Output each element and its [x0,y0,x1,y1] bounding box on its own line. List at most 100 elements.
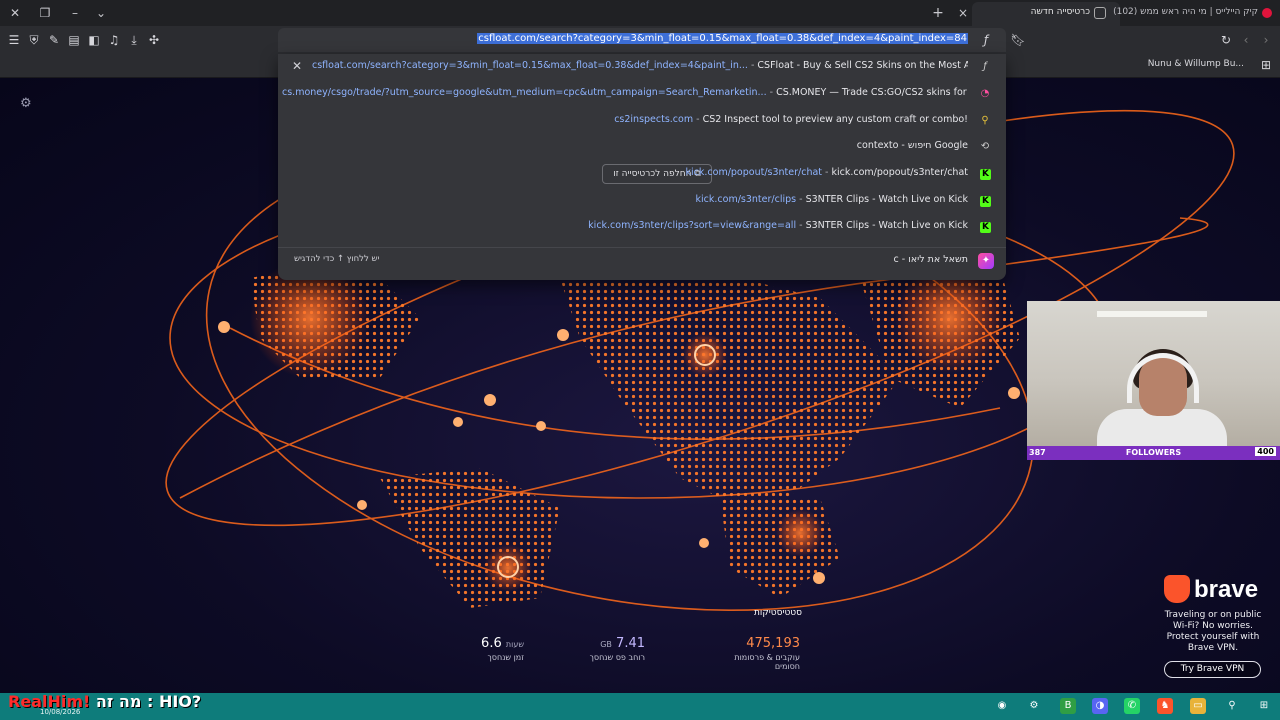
suggestion-separator: - [747,60,758,71]
forward-icon[interactable]: › [1258,32,1274,48]
address-value: csfloat.com/search?category=3&min_float=… [477,33,968,44]
wallet-icon[interactable]: ▤ [66,32,82,48]
cs2inspects-favicon-icon: ⚲ [981,115,989,126]
brave-wordmark: brave [1194,576,1259,603]
puzzle-icon[interactable]: ✣ [146,32,162,48]
history-clock-icon: ⟲ [980,141,990,152]
remove-suggestion-icon[interactable]: ✕ [292,59,302,73]
suggestion-item[interactable]: cs2inspects.com - CS2 Inspect tool to pr… [278,108,1006,134]
stat-label: זמן שנחסך [487,653,524,662]
restore-window-icon[interactable]: ❐ [36,4,54,22]
suggestion-item[interactable]: ✕ csfloat.com/search?category=3&min_floa… [278,54,1006,80]
stat-label: רוחב פס שנחסך [589,653,645,662]
tray-date: 10/08/2026 [40,708,81,716]
menu-icon[interactable]: ☰ [6,32,22,48]
browser-toolbar: ☰ ⛨ ✎ ▤ ◧ ♫ ⤓ ✣ csfloat.com/search?categ… [0,26,1280,54]
suggestion-title: kick.com/popout/s3nter/chat [831,167,969,178]
suggestion-title: CS2 Inspect tool to preview any custom c… [702,114,968,125]
bookmark-icon[interactable]: 🔖︎ [1010,32,1026,48]
start-menu-icon[interactable]: ⊞ [1256,698,1272,714]
suggestion-separator: - [822,167,832,178]
csfloat-favicon-icon: ƒ [983,33,989,47]
leo-ai-icon: ✦ [978,253,994,269]
suggestion-separator: - [796,194,806,205]
bookmark-nunu[interactable]: Nunu & Willump Bu... [1148,59,1244,69]
sidebar-icon[interactable]: ◧ [86,32,102,48]
tab-title: (102) קיק היילייס | מי היה ראש ממש [1113,7,1258,17]
stat-unit: שעות [505,640,524,649]
suggestion-title: contexto - חיפוש Google [856,140,968,151]
suggestion-item[interactable]: cs.money/csgo/trade/?utm_source=google&u… [278,81,1006,107]
switch-tab-label: החלפה לכרטיסייה זו [613,169,692,179]
brave-vpn-copy: Traveling or on public Wi-Fi? No worries… [1164,610,1262,653]
brave-taskbar-icon[interactable]: ♞ [1157,698,1173,714]
apps-grid-icon[interactable]: ⊞ [1258,57,1274,73]
suggestion-item[interactable]: kick.com/s3nter/clips?sort=view&range=al… [278,214,1006,240]
stat-bandwidth-saved: GB 7.41 רוחב פס שנחסך [560,636,645,662]
ticker-message: מה זה : HIO? [90,692,202,711]
followers-goal-bar: FOLLOWERS 387 400 [1027,446,1280,460]
minimize-window-icon[interactable]: – [66,4,84,22]
file-explorer-icon[interactable]: ▭ [1190,698,1206,714]
address-input[interactable]: csfloat.com/search?category=3&min_float=… [477,33,968,44]
extensions-icon[interactable]: ✎ [46,32,62,48]
download-icon[interactable]: ⤓ [126,32,142,48]
media-icon[interactable]: ♫ [106,32,122,48]
stats-title: סטטיסטיקות [754,608,802,618]
close-tab-button[interactable]: × [954,4,972,22]
stat-unit: GB [600,640,612,649]
tab-search-chevron-icon[interactable]: ⌄ [92,4,110,22]
suggestion-title: S3NTER Clips - Watch Live on Kick [805,220,968,231]
suggestion-url: kick.com/s3nter/clips [695,194,797,205]
obs-icon[interactable]: ◉ [994,698,1010,714]
window-titlebar: ✕ ❐ – ⌄ + × כרטיסייה חדשה (102) קיק הייל… [0,0,1280,26]
suggestion-url: cs2inspects.com [614,114,694,125]
suggestion-title: S3NTER Clips - Watch Live on Kick [805,194,968,205]
app-b-icon[interactable]: B [1060,698,1076,714]
webcam-overlay [1027,301,1280,446]
reload-icon[interactable]: ↻ [1218,32,1234,48]
suggestion-title: CSFloat - Buy & Sell CS2 Skins on the Mo… [757,60,968,71]
close-window-icon[interactable]: ✕ [6,4,24,22]
tab-new-tab[interactable]: כרטיסייה חדשה [972,2,1120,26]
discord-icon[interactable]: ◑ [1092,698,1108,714]
vpn-shield-icon[interactable]: ⛨ [26,32,42,48]
suggestion-item[interactable]: החלפה לכרטיסייה זו ⧉ kick.com/popout/s3n… [278,161,1006,187]
steam-icon[interactable]: ⚙ [1026,698,1042,714]
youtube-icon [1262,8,1272,18]
suggestion-url: csfloat.com/search?category=3&min_float=… [312,60,748,71]
suggestion-title: c - תשאל את ליאו [893,254,968,265]
stat-value: 7.41 [616,636,645,651]
followers-target: 400 [1255,447,1276,456]
stat-time-saved: שעות 6.6 זמן שנחסך [460,636,524,662]
brave-lion-icon [1164,575,1190,603]
new-tab-button[interactable]: + [929,4,947,22]
tab-title: כרטיסייה חדשה [1030,7,1090,17]
suggestion-separator: - [693,114,703,125]
suggestion-separator: - [796,220,806,231]
stream-ticker: RealHim! מה זה : HIO? [8,692,201,711]
search-icon[interactable]: ⚲ [1224,698,1240,714]
kick-favicon-icon: K [980,169,991,180]
suggestion-url: cs.money/csgo/trade/?utm_source=google&u… [282,87,767,98]
suggestion-url: kick.com/s3nter/clips?sort=view&range=al… [588,220,797,231]
stat-label: עוקבים & פרסומות חסומים [734,653,800,671]
whatsapp-icon[interactable]: ✆ [1124,698,1140,714]
csfloat-favicon-icon: ƒ [983,61,987,72]
try-brave-vpn-button[interactable]: Try Brave VPN [1164,661,1261,678]
address-bar[interactable]: csfloat.com/search?category=3&min_float=… [278,28,1006,52]
settings-gear-icon[interactable]: ⚙ [20,96,32,111]
suggestion-separator: - [766,87,777,98]
kick-favicon-icon: K [980,222,991,233]
keyboard-hint: יש ללחוץ ↑ כדי להדגיש [294,254,380,264]
tab-kick[interactable]: (102) קיק היילייס | מי היה ראש ממש [1113,2,1280,26]
back-icon[interactable]: ‹ [1238,32,1254,48]
suggestion-item[interactable]: יש ללחוץ ↑ כדי להדגיש c - תשאל את ליאו ✦ [278,247,1006,273]
stat-trackers-blocked: 475,193 עוקבים & פרסומות חסומים [712,636,800,671]
omnibox-suggestions: ✕ csfloat.com/search?category=3&min_floa… [278,54,1006,280]
csmoney-favicon-icon: ◔ [980,88,990,99]
suggestion-item[interactable]: contexto - חיפוש Google ⟲ [278,134,1006,160]
suggestion-item[interactable]: kick.com/s3nter/clips - S3NTER Clips - W… [278,188,1006,214]
brave-shield-icon [1094,7,1106,19]
kick-favicon-icon: K [980,196,991,207]
